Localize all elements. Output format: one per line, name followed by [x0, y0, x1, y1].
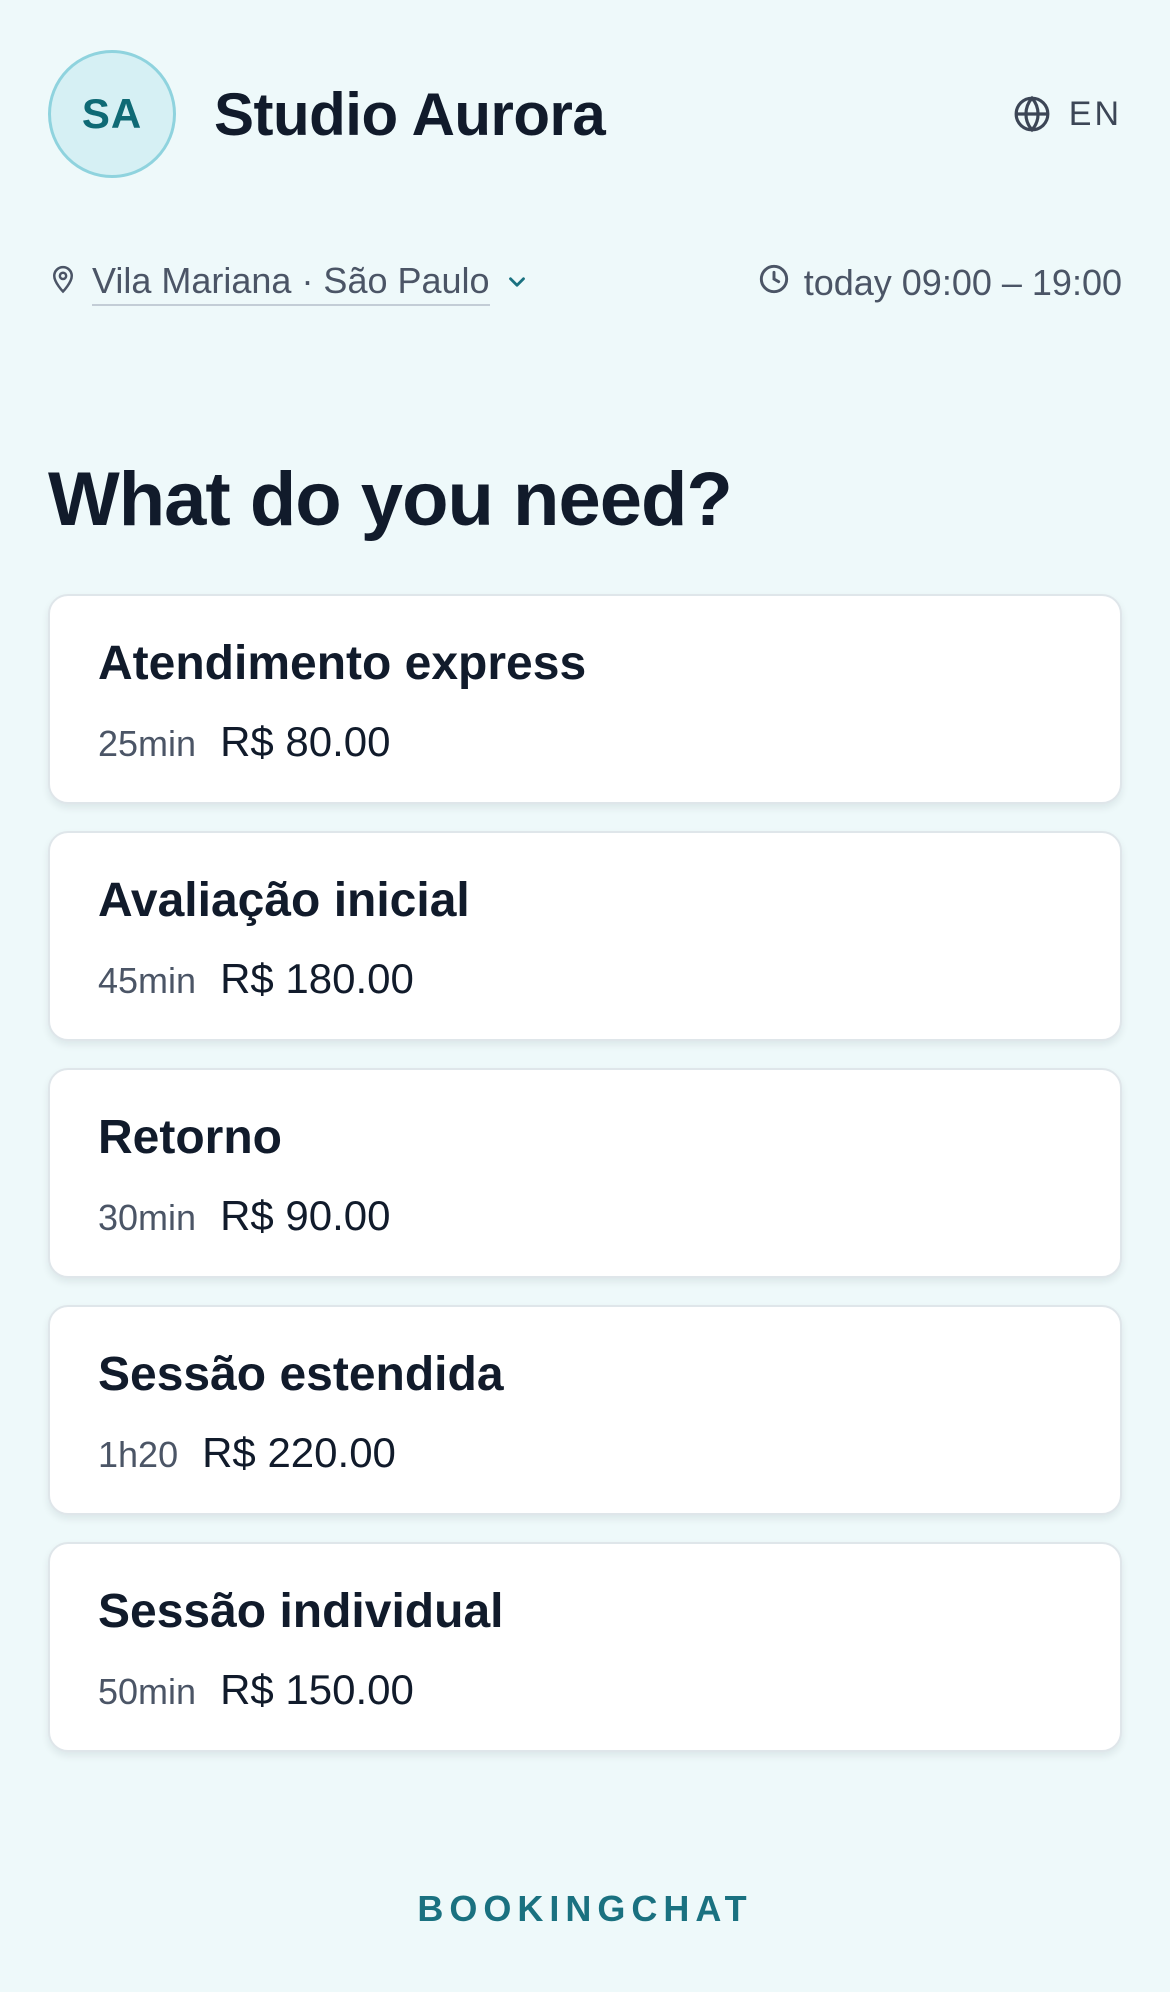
service-name: Sessão individual — [98, 1585, 504, 1638]
avatar-initials: SA — [81, 90, 143, 137]
service-meta: 25min R$ 80.00 — [98, 718, 1072, 766]
service-price: R$ 150.00 — [220, 1666, 414, 1713]
service-name: Sessão estendida — [98, 1348, 504, 1401]
hours-text: today 09:00 – 19:00 — [803, 262, 1122, 303]
language-label: EN — [1068, 94, 1122, 133]
page-title: What do you need? — [48, 457, 733, 542]
map-pin-icon — [48, 262, 78, 305]
service-name: Retorno — [98, 1111, 282, 1164]
chevron-down-icon — [504, 262, 530, 304]
service-card[interactable]: Retorno 30min R$ 90.00 — [48, 1068, 1122, 1278]
clock-icon — [758, 262, 790, 304]
service-card[interactable]: Avaliação inicial 45min R$ 180.00 — [48, 831, 1122, 1041]
location-text: Vila Mariana · São Paulo — [92, 260, 490, 306]
service-name: Atendimento express — [98, 637, 587, 690]
service-card[interactable]: Atendimento express 25min R$ 80.00 — [48, 594, 1122, 804]
service-name: Avaliação inicial — [98, 874, 470, 927]
service-meta: 30min R$ 90.00 — [98, 1192, 1072, 1240]
service-duration: 45min — [98, 960, 197, 1001]
service-card[interactable]: Sessão individual 50min R$ 150.00 — [48, 1542, 1122, 1752]
service-meta: 1h20 R$ 220.00 — [98, 1429, 1072, 1477]
service-duration: 25min — [98, 723, 197, 764]
studio-name: Studio Aurora — [214, 80, 606, 148]
globe-icon — [1013, 95, 1051, 133]
footer-brand[interactable]: BOOKINGCHAT — [0, 1888, 1170, 1930]
avatar: SA — [48, 50, 176, 178]
service-card[interactable]: Sessão estendida 1h20 R$ 220.00 — [48, 1305, 1122, 1515]
studio-meta: Vila Mariana · São Paulo today 09:00 – 1… — [48, 258, 1122, 308]
service-price: R$ 80.00 — [220, 718, 391, 765]
service-meta: 45min R$ 180.00 — [98, 955, 1072, 1003]
language-switcher[interactable]: EN — [1013, 95, 1122, 134]
opening-hours: today 09:00 – 19:00 — [758, 262, 1122, 304]
service-price: R$ 220.00 — [202, 1429, 396, 1476]
header: SA Studio Aurora EN — [48, 48, 1122, 180]
service-duration: 50min — [98, 1671, 197, 1712]
service-price: R$ 180.00 — [220, 955, 414, 1002]
service-list: Atendimento express 25min R$ 80.00 Avali… — [48, 594, 1122, 1779]
service-price: R$ 90.00 — [220, 1192, 391, 1239]
service-meta: 50min R$ 150.00 — [98, 1666, 1072, 1714]
location-selector[interactable]: Vila Mariana · São Paulo — [48, 260, 530, 306]
service-duration: 30min — [98, 1197, 197, 1238]
service-duration: 1h20 — [98, 1434, 179, 1475]
